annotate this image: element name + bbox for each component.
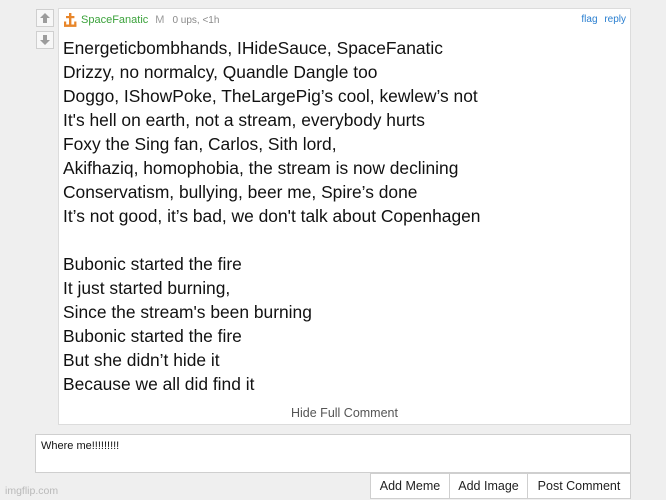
comment-line: Conservatism, bullying, beer me, Spire’s… [63,182,418,202]
comment-line: Bubonic started the fire [63,326,242,346]
comment-line: Since the stream's been burning [63,302,312,322]
comment-line: Doggo, IShowPoke, TheLargePig’s cool, ke… [63,86,478,106]
comment-stats: 0 ups, <1h [172,14,220,26]
arrow-down-icon [40,35,50,45]
vote-column [36,9,54,53]
comment-meta: SpaceFanatic M 0 ups, <1h [63,12,219,28]
comment-line: Akifhaziq, homophobia, the stream is now… [63,158,459,178]
upvote-button[interactable] [36,9,54,27]
hide-full-comment-link[interactable]: Hide Full Comment [59,406,630,420]
downvote-button[interactable] [36,31,54,49]
add-meme-button[interactable]: Add Meme [370,473,450,499]
arrow-up-icon [40,13,50,23]
imgflip-watermark: imgflip.com [5,485,59,497]
comment-line: It just started burning, [63,278,231,298]
comment-line: Energeticbombhands, IHideSauce, SpaceFan… [63,38,443,58]
comment-line-blank [63,228,623,252]
reply-textarea[interactable]: Where me!!!!!!!!! [35,434,631,473]
comment-text: Energeticbombhands, IHideSauce, SpaceFan… [63,36,623,396]
comment-actions: flag reply [577,14,626,25]
add-image-button[interactable]: Add Image [450,473,528,499]
comment-line: Foxy the Sing fan, Carlos, Sith lord, [63,134,337,154]
comment-line: Bubonic started the fire [63,254,242,274]
mod-badge: M [155,14,165,26]
reply-button-row: Add Meme Add Image Post Comment [370,473,631,499]
flag-link[interactable]: flag [581,14,597,25]
username-link[interactable]: SpaceFanatic [81,14,148,26]
post-comment-button[interactable]: Post Comment [528,473,631,499]
comment-line: Drizzy, no normalcy, Quandle Dangle too [63,62,378,82]
comment-line: It's hell on earth, not a stream, everyb… [63,110,425,130]
reply-link[interactable]: reply [604,14,626,25]
anchor-avatar-icon[interactable] [63,12,77,28]
comment-card: SpaceFanatic M 0 ups, <1h flag reply Ene… [58,8,631,425]
comment-line: Because we all did find it [63,374,255,394]
comment-line: It’s not good, it’s bad, we don't talk a… [63,206,481,226]
comment-line: But she didn’t hide it [63,350,220,370]
